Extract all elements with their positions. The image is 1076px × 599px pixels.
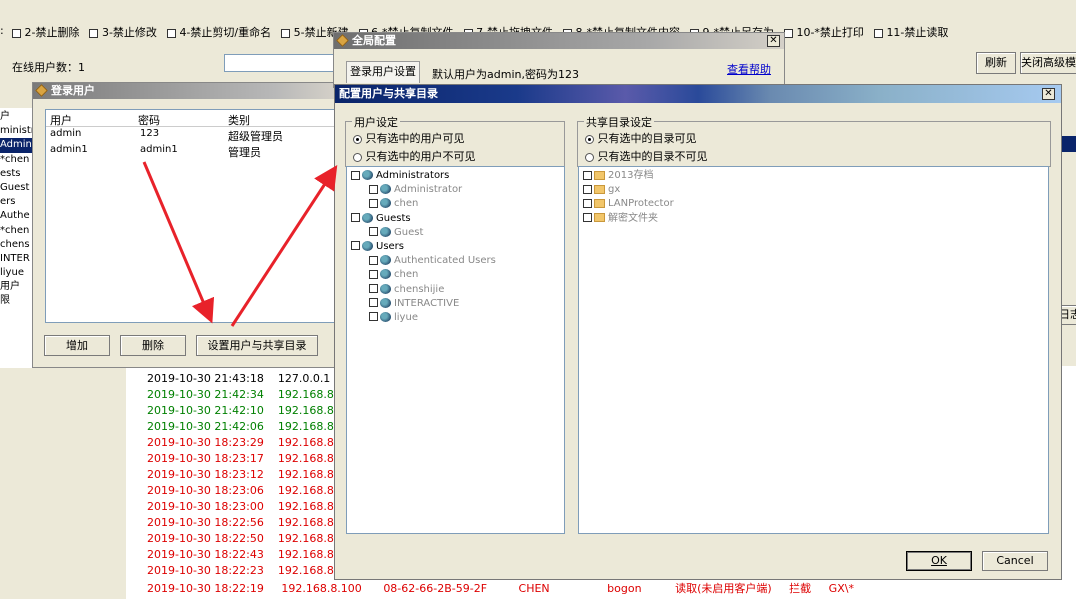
annotation-arrows (142, 161, 338, 327)
arrow-down (142, 161, 215, 324)
arrow-up (230, 164, 338, 327)
